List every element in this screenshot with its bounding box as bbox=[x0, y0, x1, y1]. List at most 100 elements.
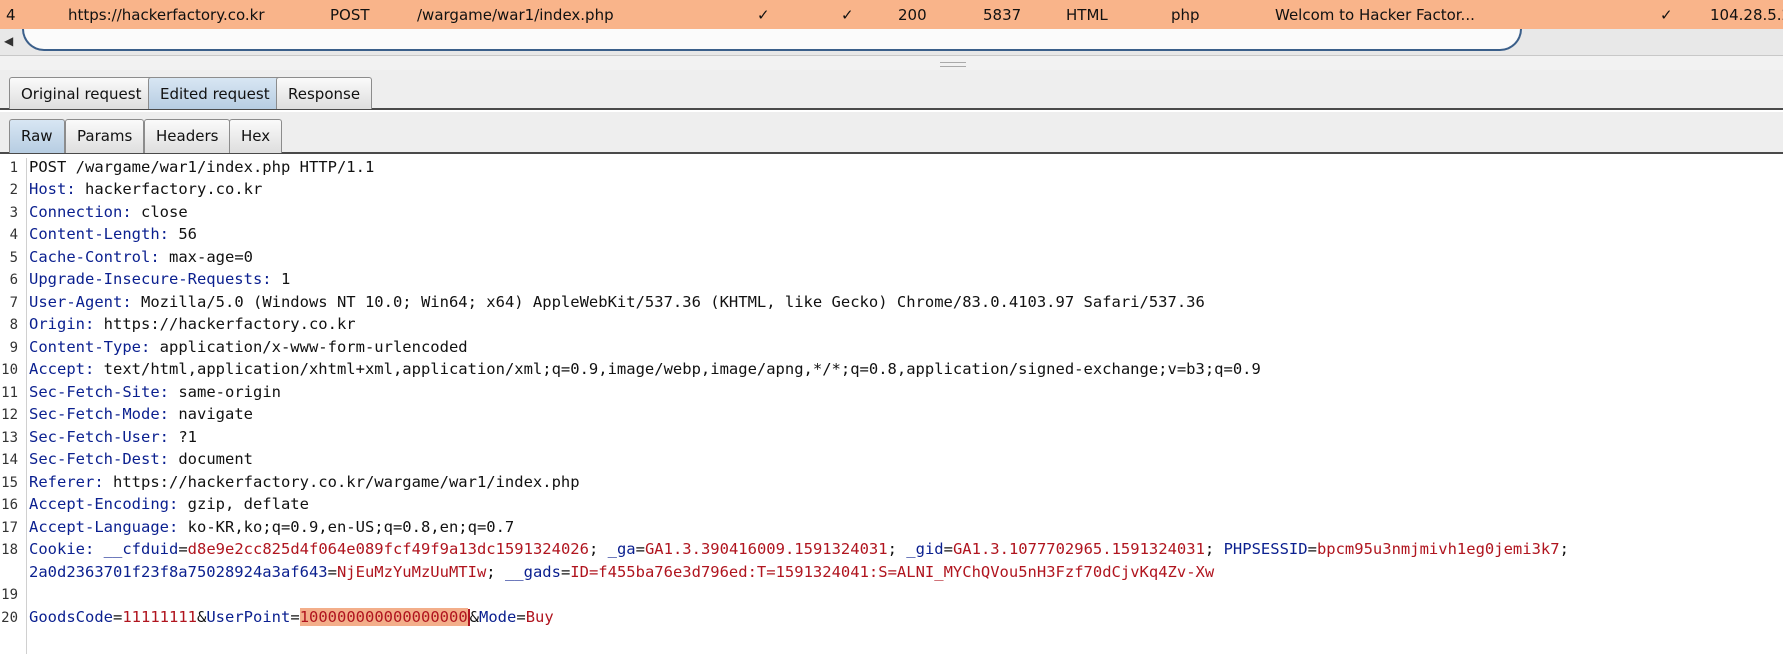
line-number: 1 bbox=[9, 160, 18, 176]
cookie-value: NjEuMzYuMzUuMTIw bbox=[336, 563, 487, 581]
history-row-status: 200 bbox=[898, 6, 927, 24]
header-name: Origin bbox=[29, 315, 85, 333]
raw-request-editor[interactable]: 1 2 3 4 5 6 7 8 9 10 11 12 13 14 15 16 1… bbox=[0, 158, 1783, 654]
scrollbar-thumb[interactable] bbox=[22, 29, 1522, 51]
header-line: Host: hackerfactory.co.kr bbox=[29, 180, 263, 198]
header-line: Sec-Fetch-Site: same-origin bbox=[29, 383, 281, 401]
body-param-name: UserPoint bbox=[206, 608, 291, 626]
splitter-grip-icon[interactable] bbox=[940, 62, 966, 67]
header-line: Accept-Language: ko-KR,ko;q=0.9,en-US;q=… bbox=[29, 518, 515, 536]
header-name: Host bbox=[29, 180, 67, 198]
header-line: Origin: https://hackerfactory.co.kr bbox=[29, 315, 356, 333]
cookie-value: ID=f455ba76e3d796ed:T=1591324041:S=ALNI_… bbox=[570, 563, 1215, 581]
history-row-ip: 104.28.5.2 bbox=[1710, 6, 1783, 24]
body-param-value-selected[interactable]: 100000000000000000 bbox=[299, 608, 468, 626]
request-body-line: GoodsCode=11111111&UserPoint=10000000000… bbox=[29, 608, 554, 626]
header-name: Sec-Fetch-Mode bbox=[29, 405, 160, 423]
line-number: 12 bbox=[1, 407, 18, 423]
line-number: 20 bbox=[1, 610, 18, 626]
line-number: 16 bbox=[1, 497, 18, 513]
request-line: POST /wargame/war1/index.php HTTP/1.1 bbox=[29, 158, 375, 176]
cookie-value: GA1.3.1077702965.1591324031 bbox=[952, 540, 1205, 558]
line-number: 11 bbox=[1, 385, 18, 401]
history-row-host: https://hackerfactory.co.kr bbox=[68, 6, 265, 24]
history-row-title: Welcom to Hacker Factor... bbox=[1275, 6, 1475, 24]
header-name: Accept-Language bbox=[29, 518, 169, 536]
header-value: gzip, deflate bbox=[187, 495, 309, 513]
history-row-number: 4 bbox=[6, 6, 16, 24]
body-param-name: GoodsCode bbox=[29, 608, 113, 626]
history-row-url: /wargame/war1/index.php bbox=[417, 6, 614, 24]
history-row-selected[interactable]: 4 https://hackerfactory.co.kr POST /warg… bbox=[0, 0, 1783, 29]
view-tab-bar: Raw Params Headers Hex bbox=[0, 112, 1783, 154]
ssl-check-icon: ✓ bbox=[1660, 6, 1673, 24]
cookie-name: __cfduid bbox=[103, 540, 179, 558]
header-line: Sec-Fetch-Dest: document bbox=[29, 450, 253, 468]
header-name: Cache-Control bbox=[29, 248, 151, 266]
header-name: Content-Length bbox=[29, 225, 160, 243]
header-value: same-origin bbox=[178, 383, 281, 401]
header-value: document bbox=[178, 450, 253, 468]
line-number: 9 bbox=[9, 340, 18, 356]
line-number: 2 bbox=[9, 182, 18, 198]
header-value: close bbox=[141, 203, 188, 221]
cookie-name: _ga bbox=[607, 540, 636, 558]
tab-edited-request[interactable]: Edited request bbox=[148, 77, 282, 109]
line-number: 6 bbox=[9, 272, 18, 288]
header-name: Connection bbox=[29, 203, 123, 221]
header-value: navigate bbox=[178, 405, 253, 423]
body-param-value: Buy bbox=[525, 608, 554, 626]
tab-hex[interactable]: Hex bbox=[229, 119, 283, 153]
body-param-name: Mode bbox=[479, 608, 517, 626]
header-value: text/html,application/xhtml+xml,applicat… bbox=[103, 360, 1261, 378]
tab-raw[interactable]: Raw bbox=[9, 119, 65, 153]
header-value: ?1 bbox=[178, 428, 197, 446]
tab-headers[interactable]: Headers bbox=[144, 119, 231, 153]
header-value: 1 bbox=[280, 270, 291, 288]
header-value: 56 bbox=[178, 225, 197, 243]
header-value: Mozilla/5.0 (Windows NT 10.0; Win64; x64… bbox=[141, 293, 1205, 311]
horizontal-scrollbar[interactable]: ◀ bbox=[0, 29, 1783, 56]
header-line: Connection: close bbox=[29, 203, 188, 221]
cookie-header-line-wrap: 2a0d2363701f23f8a75028924a3af643=NjEuMzY… bbox=[29, 563, 1215, 581]
header-value: hackerfactory.co.kr bbox=[85, 180, 263, 198]
pane-splitter[interactable] bbox=[0, 56, 1783, 70]
header-name: Referer bbox=[29, 473, 95, 491]
header-line: Upgrade-Insecure-Requests: 1 bbox=[29, 270, 291, 288]
header-name: Upgrade-Insecure-Requests bbox=[29, 270, 263, 288]
header-name: User-Agent bbox=[29, 293, 123, 311]
tab-response[interactable]: Response bbox=[276, 77, 373, 109]
header-line: Accept-Encoding: gzip, deflate bbox=[29, 495, 309, 513]
history-row-method: POST bbox=[330, 6, 370, 24]
line-number: 17 bbox=[1, 520, 18, 536]
line-number: 15 bbox=[1, 475, 18, 491]
header-line: Accept: text/html,application/xhtml+xml,… bbox=[29, 360, 1261, 378]
header-name: Accept-Encoding bbox=[29, 495, 169, 513]
line-number: 3 bbox=[9, 205, 18, 221]
header-name: Sec-Fetch-Site bbox=[29, 383, 160, 401]
header-name: Cookie bbox=[29, 540, 85, 558]
edited-check-icon: ✓ bbox=[841, 6, 854, 24]
body-param-value: 11111111 bbox=[122, 608, 197, 626]
scroll-left-arrow-icon[interactable]: ◀ bbox=[4, 34, 13, 48]
header-line: Content-Length: 56 bbox=[29, 225, 197, 243]
line-number: 7 bbox=[9, 295, 18, 311]
cookie-value: bpcm95u3nmjmivh1eg0jemi3k7 bbox=[1316, 540, 1560, 558]
header-value: https://hackerfactory.co.kr/wargame/war1… bbox=[113, 473, 580, 491]
header-line: Cache-Control: max-age=0 bbox=[29, 248, 253, 266]
header-name: Accept bbox=[29, 360, 85, 378]
tab-params[interactable]: Params bbox=[65, 119, 145, 153]
request-tab-bar: Original request Edited request Response bbox=[0, 70, 1783, 110]
cookie-value: d8e9e2cc825d4f064e089fcf49f9a13dc1591324… bbox=[187, 540, 589, 558]
header-line: Content-Type: application/x-www-form-url… bbox=[29, 338, 468, 356]
header-name: Sec-Fetch-User bbox=[29, 428, 160, 446]
cookie-header-line: Cookie: __cfduid=d8e9e2cc825d4f064e089fc… bbox=[29, 540, 1569, 558]
line-number: 10 bbox=[1, 362, 18, 378]
header-name: Sec-Fetch-Dest bbox=[29, 450, 160, 468]
tab-original-request[interactable]: Original request bbox=[9, 77, 154, 109]
header-name: Content-Type bbox=[29, 338, 141, 356]
header-value: application/x-www-form-urlencoded bbox=[159, 338, 468, 356]
history-row-mime: HTML bbox=[1066, 6, 1108, 24]
line-number: 4 bbox=[9, 227, 18, 243]
line-number: 14 bbox=[1, 452, 18, 468]
